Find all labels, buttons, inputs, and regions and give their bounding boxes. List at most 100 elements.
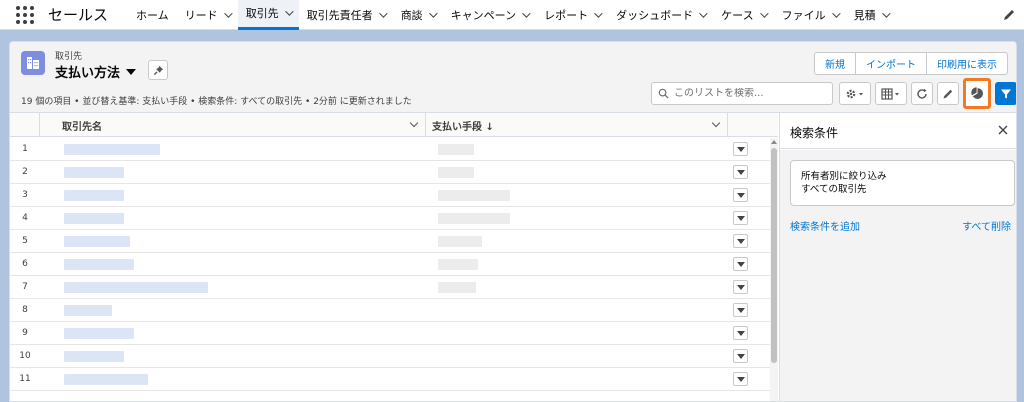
table-row[interactable]: 7	[10, 276, 770, 299]
redacted-account-name[interactable]	[64, 213, 124, 224]
chevron-down-icon[interactable]	[428, 8, 438, 18]
search-input[interactable]	[674, 88, 824, 99]
table-row[interactable]: 5	[10, 230, 770, 253]
chevron-down-icon[interactable]	[594, 8, 603, 18]
row-action-menu-button[interactable]	[733, 349, 748, 363]
row-action-menu-button[interactable]	[733, 211, 748, 225]
nav-tab-7[interactable]: ダッシュボード	[608, 0, 713, 30]
chevron-down-icon	[736, 307, 745, 313]
nav-tab-label: 取引先	[245, 7, 279, 20]
row-number: 6	[22, 259, 28, 269]
chevron-down-icon[interactable]	[831, 8, 841, 18]
column-menu-chevron-icon[interactable]	[711, 118, 721, 128]
chevron-down-icon	[736, 215, 745, 221]
row-action-menu-button[interactable]	[733, 326, 748, 340]
chevron-down-icon[interactable]	[881, 8, 891, 18]
table-row[interactable]: 10	[10, 345, 770, 368]
table-row[interactable]: 4	[10, 207, 770, 230]
row-action-menu-button[interactable]	[733, 280, 748, 294]
nav-tab-6[interactable]: レポート	[536, 0, 608, 30]
nav-tab-5[interactable]: キャンペーン	[443, 0, 536, 30]
nav-tab-10[interactable]: 見積	[846, 0, 896, 30]
table-row[interactable]: 8	[10, 299, 770, 322]
nav-tab-8[interactable]: ケース	[713, 0, 773, 30]
redacted-account-name[interactable]	[64, 167, 124, 178]
column-header-payment-method[interactable]: 支払い手段 ↓	[426, 113, 728, 137]
list-view-picker-icon[interactable]	[126, 68, 137, 75]
redacted-account-name[interactable]	[64, 374, 148, 385]
row-action-menu-button[interactable]	[733, 303, 748, 317]
list-view-title[interactable]: 支払い方法	[55, 62, 137, 81]
redacted-payment-method	[438, 167, 474, 178]
table-row[interactable]: 2	[10, 161, 770, 184]
row-action-menu-button[interactable]	[733, 257, 748, 271]
chevron-down-icon[interactable]	[522, 8, 531, 18]
redacted-account-name[interactable]	[64, 259, 134, 270]
chevron-down-icon[interactable]	[759, 8, 769, 18]
redacted-account-name[interactable]	[64, 305, 112, 316]
table-header: 取引先名 支払い手段 ↓	[10, 113, 778, 137]
row-action-menu-button[interactable]	[733, 234, 748, 248]
nav-tab-label: ホーム	[136, 8, 169, 22]
row-action-menu-button[interactable]	[733, 188, 748, 202]
redacted-payment-method	[438, 213, 510, 224]
redacted-account-name[interactable]	[64, 351, 124, 362]
add-filter-link[interactable]: 検索条件を追加	[790, 218, 860, 233]
table-row[interactable]: 1	[10, 138, 770, 161]
owner-filter[interactable]: 所有者別に絞り込み すべての取引先	[790, 160, 1015, 206]
table-row[interactable]: 6	[10, 253, 770, 276]
table-row[interactable]: 3	[10, 184, 770, 207]
table-row[interactable]: 11	[10, 368, 770, 391]
filters-button[interactable]	[995, 82, 1016, 105]
row-action-menu-button[interactable]	[733, 165, 748, 179]
redacted-account-name[interactable]	[64, 282, 208, 293]
nav-tab-9[interactable]: ファイル	[774, 0, 846, 30]
column-menu-chevron-icon[interactable]	[409, 118, 419, 128]
charts-button[interactable]	[963, 78, 991, 109]
row-number: 9	[22, 328, 28, 338]
display-as-button[interactable]	[875, 82, 907, 105]
printable-view-button[interactable]: 印刷用に表示	[926, 52, 1008, 75]
nav-tab-1[interactable]: リード	[177, 0, 238, 30]
column-header-account-name[interactable]: 取引先名	[40, 113, 426, 137]
redacted-account-name[interactable]	[64, 144, 160, 155]
nav-tab-label: ケース	[721, 8, 754, 22]
nav-tab-label: 商談	[400, 8, 423, 22]
import-button[interactable]: インポート	[855, 52, 927, 75]
pin-icon	[153, 65, 163, 75]
inline-edit-button[interactable]	[937, 82, 959, 105]
scroll-up-arrow-icon[interactable]	[771, 140, 777, 144]
remove-all-filters-link[interactable]: すべて削除	[962, 218, 1011, 233]
redacted-account-name[interactable]	[64, 236, 130, 247]
redacted-payment-method	[438, 144, 474, 155]
filter-panel-body: 所有者別に絞り込み すべての取引先 検索条件を追加 すべて削除	[780, 150, 1016, 401]
refresh-button[interactable]	[911, 82, 933, 105]
chevron-down-icon[interactable]	[699, 8, 708, 18]
edit-nav-pencil-icon[interactable]	[1002, 8, 1016, 22]
row-action-menu-button[interactable]	[733, 372, 748, 386]
chevron-down-icon[interactable]	[378, 8, 388, 18]
nav-tab-label: 見積	[853, 8, 876, 22]
chevron-down-icon	[736, 192, 745, 198]
nav-tab-0[interactable]: ホーム	[128, 0, 177, 30]
pin-list-view-button[interactable]	[148, 60, 168, 80]
table-row[interactable]: 9	[10, 322, 770, 345]
nav-tab-3[interactable]: 取引先責任者	[299, 0, 393, 30]
chevron-down-icon[interactable]	[284, 7, 294, 16]
scrollbar-thumb[interactable]	[771, 148, 777, 363]
list-settings-button[interactable]	[839, 82, 871, 105]
row-action-menu-button[interactable]	[733, 142, 748, 156]
nav-tab-4[interactable]: 商談	[393, 0, 443, 30]
redacted-account-name[interactable]	[64, 190, 124, 201]
nav-tab-2[interactable]: 取引先	[237, 0, 299, 30]
app-launcher-icon[interactable]	[14, 4, 36, 26]
redacted-account-name[interactable]	[64, 328, 134, 339]
list-search	[651, 82, 833, 105]
global-nav: セールス ホーム リード 取引先 取引先責任者 商談 キャンペーン レポート ダッシュボード ケ…	[0, 0, 1024, 30]
row-number: 10	[19, 351, 31, 361]
close-icon[interactable]	[997, 124, 1009, 136]
row-number: 7	[22, 282, 28, 292]
new-button[interactable]: 新規	[814, 52, 856, 75]
chevron-down-icon[interactable]	[223, 8, 233, 18]
table-scrollbar[interactable]	[770, 138, 778, 401]
